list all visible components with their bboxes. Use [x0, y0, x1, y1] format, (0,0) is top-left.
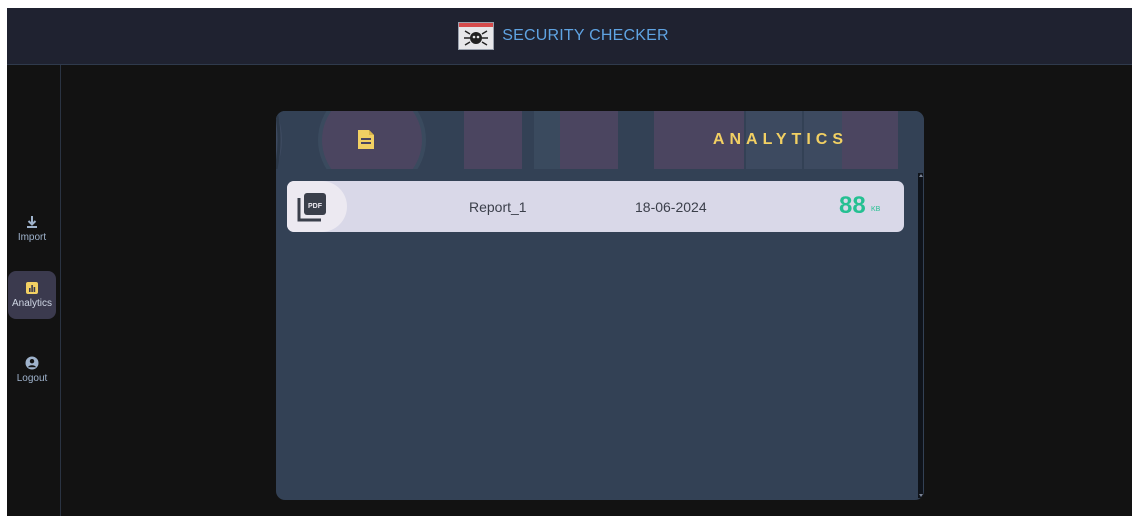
app-window: SECURITY CHECKER Import Analytics Logout…	[7, 8, 1132, 516]
download-icon	[27, 216, 37, 228]
file-icon-wrap: PDF	[287, 181, 347, 232]
sidebar-item-label: Logout	[16, 373, 48, 384]
analytics-panel: ANALYTICS PDF Report_1 18-06-2024 88 KB	[276, 111, 924, 500]
top-bar: SECURITY CHECKER	[7, 8, 1132, 65]
scrollbar[interactable]	[918, 173, 923, 498]
file-size-unit: KB	[871, 206, 881, 213]
document-icon	[358, 130, 374, 149]
scroll-up-icon[interactable]	[919, 174, 923, 177]
sidebar-item-import[interactable]: Import	[8, 205, 56, 253]
panel-title: ANALYTICS	[712, 131, 848, 148]
sidebar-item-logout[interactable]: Logout	[8, 346, 56, 394]
file-row[interactable]: PDF Report_1 18-06-2024 88 KB	[287, 181, 904, 232]
sidebar: Import Analytics Logout	[7, 65, 61, 516]
user-circle-icon	[25, 356, 39, 370]
file-date: 18-06-2024	[635, 199, 707, 215]
sidebar-item-label: Analytics	[11, 298, 52, 309]
analytics-icon	[26, 282, 38, 294]
app-title: SECURITY CHECKER	[502, 27, 669, 44]
pdf-icon: PDF	[297, 193, 326, 222]
sidebar-item-analytics[interactable]: Analytics	[8, 271, 56, 319]
sidebar-item-label: Import	[17, 232, 47, 243]
scroll-down-icon[interactable]	[919, 494, 923, 497]
file-size: 88	[839, 192, 866, 219]
file-name: Report_1	[469, 199, 527, 215]
app-logo	[458, 22, 495, 50]
panel-header: ANALYTICS	[276, 111, 924, 169]
svg-text:PDF: PDF	[308, 203, 323, 210]
